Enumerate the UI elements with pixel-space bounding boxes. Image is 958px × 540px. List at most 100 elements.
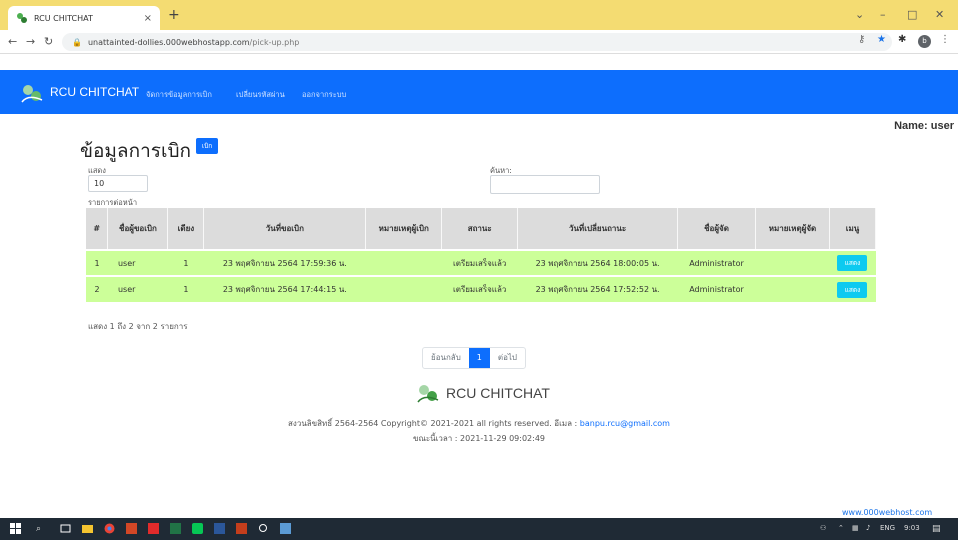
tab-close-icon[interactable]: ×	[144, 13, 152, 24]
reload-icon[interactable]: ↻	[44, 35, 53, 48]
file-explorer-icon[interactable]	[82, 523, 93, 534]
new-tab-icon[interactable]: +	[168, 7, 180, 23]
col-header-number[interactable]: #	[86, 208, 109, 250]
forward-icon[interactable]: →	[26, 35, 35, 48]
site-favicon-icon	[17, 13, 27, 23]
cell-status: เตรียมเสร็จแล้ว	[441, 275, 518, 302]
pagination-previous[interactable]: ย้อนกลับ	[423, 348, 469, 368]
cell-menu: แสดง	[829, 249, 876, 276]
menu-kebab-icon[interactable]: ⋮	[940, 34, 950, 45]
entries-per-page-select[interactable]: 10	[88, 175, 148, 192]
app-icon[interactable]	[236, 523, 247, 534]
col-header-handler[interactable]: ชื่อผู้จัด	[677, 208, 756, 250]
brand-logo-icon[interactable]	[20, 82, 44, 104]
url-host: unattainted-dollies.000webhostapp.com	[87, 37, 250, 47]
cell-handler-note	[755, 275, 830, 302]
bookmark-star-icon[interactable]: ★	[877, 34, 886, 45]
windows-start-icon[interactable]	[10, 523, 21, 534]
pagination-next[interactable]: ต่อไป	[490, 348, 525, 368]
pagination: ย้อนกลับ 1 ต่อไป	[422, 347, 526, 369]
url-bar[interactable]: 🔒 unattainted-dollies.000webhostapp.com/…	[62, 33, 892, 51]
chrome-icon[interactable]	[104, 523, 115, 534]
table-row: 2 user 1 23 พฤศจิกายน 2564 17:44:15 น. เ…	[86, 275, 876, 302]
col-header-status[interactable]: สถานะ	[441, 208, 519, 250]
col-header-status-date[interactable]: วันที่เปลี่ยนถานะ	[517, 208, 679, 250]
search-input[interactable]	[490, 175, 600, 194]
address-toolbar: ← → ↻ 🔒 unattainted-dollies.000webhostap…	[0, 30, 958, 54]
profile-avatar[interactable]: b	[918, 35, 931, 48]
footer-logo-icon	[417, 385, 439, 403]
cell-requester-note	[365, 249, 442, 276]
network-icon[interactable]: ▦	[852, 524, 859, 532]
nav-link-change-password[interactable]: เปลี่ยนรหัสผ่าน	[236, 89, 285, 101]
cell-handler-note	[755, 249, 830, 276]
col-header-bed[interactable]: เดียง	[167, 208, 205, 250]
cell-status-date: 23 พฤศจิกายน 2564 17:52:52 น.	[517, 275, 678, 302]
cell-status: เตรียมเสร็จแล้ว	[441, 249, 518, 276]
col-header-menu[interactable]: เมนู	[829, 208, 877, 250]
nav-link-manage-pickup[interactable]: จัดการข้อมูลการเบิก	[146, 89, 212, 101]
cell-handler: Administrator	[677, 249, 756, 276]
footer-email-link[interactable]: banpu.rcu@gmail.com	[580, 419, 670, 428]
show-detail-button[interactable]: แสดง	[837, 255, 868, 271]
cell-bed: 1	[167, 275, 204, 302]
pagination-page-1[interactable]: 1	[468, 348, 490, 368]
add-pickup-button[interactable]: เบิก	[196, 138, 218, 154]
keyboard-language[interactable]: ENG	[880, 524, 895, 532]
cell-request-date: 23 พฤศจิกายน 2564 17:59:36 น.	[203, 249, 366, 276]
footer-brand: RCU CHITCHAT	[446, 385, 550, 401]
col-header-request-date[interactable]: วันที่ขอเบิก	[203, 208, 367, 250]
url-path: /pick-up.php	[249, 37, 300, 47]
word-icon[interactable]	[214, 523, 225, 534]
excel-icon[interactable]	[170, 523, 181, 534]
minimize-icon[interactable]: –	[880, 8, 886, 21]
volume-icon[interactable]: ♪	[866, 524, 870, 532]
task-view-icon[interactable]	[60, 523, 71, 534]
tab-search-icon[interactable]: ⌄	[855, 8, 864, 21]
cell-request-date: 23 พฤศจิกายน 2564 17:44:15 น.	[203, 275, 366, 302]
page-title: ข้อมูลการเบิก	[80, 140, 192, 162]
key-icon[interactable]: ⚷	[858, 34, 865, 45]
back-icon[interactable]: ←	[8, 35, 17, 48]
user-name-label: Name: user	[894, 120, 954, 132]
show-detail-button[interactable]: แสดง	[837, 281, 868, 298]
cell-status-date: 23 พฤศจิกายน 2564 18:00:05 น.	[517, 249, 678, 276]
os-taskbar	[0, 518, 958, 540]
hosting-badge-link[interactable]: www.000webhost.com	[842, 508, 932, 517]
pickup-table: # ชื่อผู้ขอเบิก เดียง วันที่ขอเบิก หมายเ…	[86, 208, 877, 302]
col-header-handler-note[interactable]: หมายเหตุผู้จัด	[755, 208, 830, 250]
table-info: แสดง 1 ถึง 2 จาก 2 รายการ	[88, 322, 188, 331]
taskbar-search-icon[interactable]: ⌕	[36, 524, 41, 534]
col-header-requester[interactable]: ชื่อผู้ขอเบิก	[107, 208, 169, 250]
browser-tab-strip: RCU CHITCHAT × + ⌄ – □ ✕	[0, 0, 958, 30]
cell-number: 1	[86, 249, 108, 276]
url-text: unattainted-dollies.000webhostapp.com/pi…	[88, 38, 299, 47]
cell-handler: Administrator	[677, 275, 756, 302]
tray-expand-icon[interactable]: ⌃	[838, 524, 844, 532]
browser-tab[interactable]: RCU CHITCHAT ×	[8, 6, 160, 30]
notification-icon[interactable]: ▤	[932, 524, 941, 534]
cell-bed: 1	[167, 249, 204, 276]
lock-icon: 🔒	[72, 37, 82, 47]
people-icon[interactable]: ⚇	[820, 524, 826, 532]
pinned-app-icon[interactable]	[280, 523, 291, 534]
nav-link-logout[interactable]: ออกจากระบบ	[302, 89, 346, 101]
taskbar-clock[interactable]: 9:03	[904, 524, 920, 532]
acrobat-icon[interactable]	[148, 523, 159, 534]
col-header-requester-note[interactable]: หมายเหตุผู้เบิก	[365, 208, 443, 250]
close-window-icon[interactable]: ✕	[935, 8, 944, 21]
table-header-row: # ชื่อผู้ขอเบิก เดียง วันที่ขอเบิก หมายเ…	[86, 208, 877, 250]
site-navbar	[0, 70, 958, 114]
extensions-icon[interactable]: ✱	[898, 34, 906, 45]
footer-copyright: สงวนลิขสิทธิ์ 2564-2564 Copyright© 2021-…	[0, 417, 958, 430]
footer-current-time: ขณะนี้เวลา : 2021-11-29 09:02:49	[412, 434, 546, 443]
powerpoint-icon[interactable]	[126, 523, 137, 534]
cell-requester: user	[107, 275, 168, 302]
cell-requester: user	[107, 249, 168, 276]
brand-name[interactable]: RCU CHITCHAT	[50, 85, 139, 99]
line-app-icon[interactable]	[192, 523, 203, 534]
table-row: 1 user 1 23 พฤศจิกายน 2564 17:59:36 น. เ…	[86, 249, 876, 276]
cell-menu: แสดง	[829, 275, 876, 302]
search-app-icon[interactable]	[258, 523, 269, 534]
maximize-icon[interactable]: □	[907, 8, 917, 21]
